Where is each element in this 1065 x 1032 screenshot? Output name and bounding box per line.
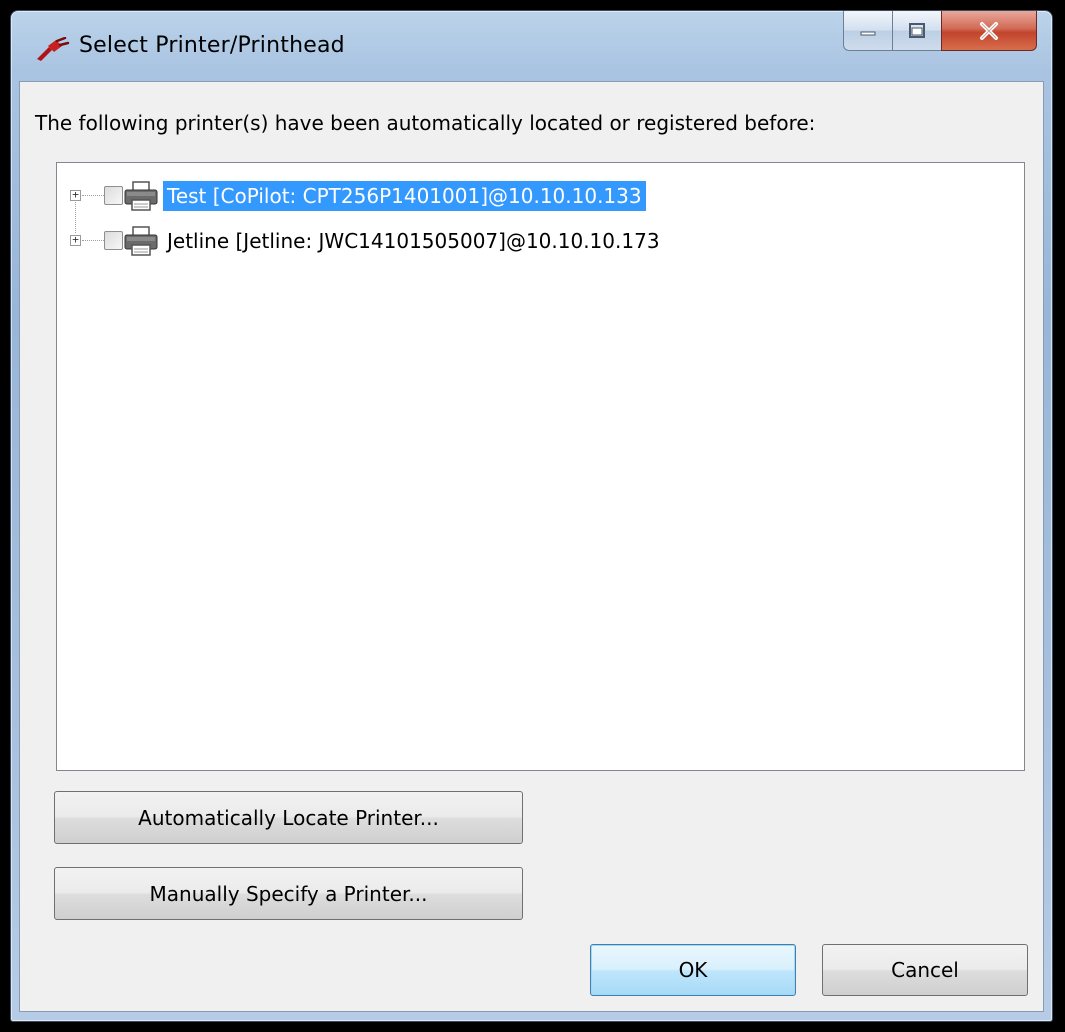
- dialog-body: The following printer(s) have been autom…: [19, 81, 1044, 1012]
- tree-connector: [82, 195, 104, 196]
- printer-checkbox[interactable]: [104, 186, 123, 205]
- printer-label[interactable]: Test [CoPilot: CPT256P1401001]@10.10.10.…: [163, 181, 646, 211]
- minimize-button[interactable]: [843, 11, 893, 51]
- expand-toggle[interactable]: +: [70, 234, 81, 246]
- maximize-icon: [909, 22, 925, 38]
- close-button[interactable]: [941, 11, 1037, 51]
- title-bar[interactable]: Select Printer/Printhead: [11, 11, 1052, 81]
- tree-connector: [82, 240, 104, 241]
- window-title: Select Printer/Printhead: [79, 33, 345, 58]
- app-plug-icon: [37, 37, 70, 61]
- printer-icon: [124, 181, 158, 211]
- auto-locate-printer-button[interactable]: Automatically Locate Printer...: [54, 791, 523, 844]
- manual-specify-printer-button[interactable]: Manually Specify a Printer...: [54, 867, 523, 920]
- tree-node-printer-test[interactable]: + Test [CoPilot: CPT256P1401001]@10.10.1…: [57, 176, 997, 216]
- printer-tree[interactable]: + Test [CoPilot: CPT256P1401001]@10.10.1…: [56, 162, 1025, 771]
- intro-label: The following printer(s) have been autom…: [35, 111, 816, 135]
- printer-label[interactable]: Jetline [Jetline: JWC14101505007]@10.10.…: [163, 226, 664, 256]
- ok-button[interactable]: OK: [590, 944, 796, 996]
- maximize-button[interactable]: [892, 11, 942, 51]
- minimize-icon: [860, 31, 876, 35]
- printer-icon: [124, 226, 158, 256]
- close-icon: [980, 21, 998, 40]
- cancel-button[interactable]: Cancel: [822, 944, 1028, 996]
- expand-toggle[interactable]: +: [70, 189, 81, 201]
- printer-checkbox[interactable]: [104, 231, 123, 250]
- dialog-window: Select Printer/Printhead The following p…: [10, 10, 1053, 1022]
- tree-node-printer-jetline[interactable]: + Jetline [Jetline: JWC14101505007]@10.1…: [57, 221, 997, 261]
